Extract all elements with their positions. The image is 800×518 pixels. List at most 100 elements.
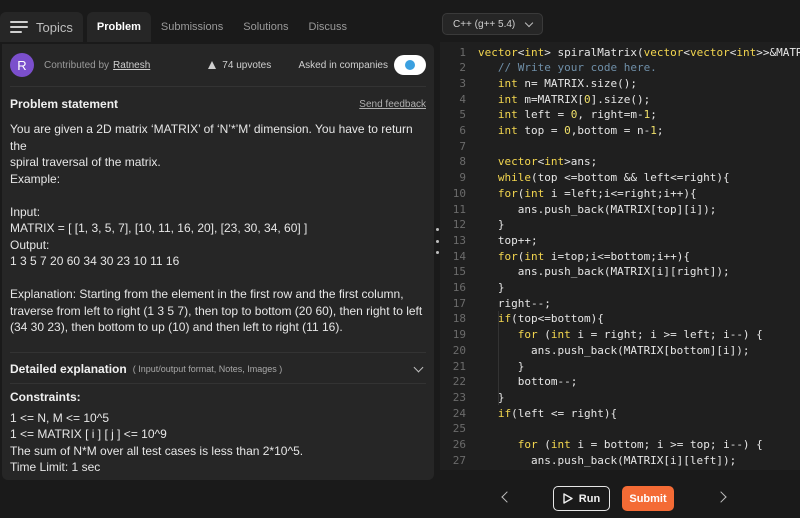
problem-text-line: Input: bbox=[10, 204, 41, 219]
line-number: 16 bbox=[452, 281, 466, 294]
problem-text-line: Explanation: Starting from the element i… bbox=[10, 287, 404, 301]
tab-submissions[interactable]: Submissions bbox=[151, 12, 233, 42]
code-text: if(top<=bottom){ bbox=[497, 312, 604, 326]
avatar[interactable]: R bbox=[10, 53, 34, 77]
previous-problem-icon[interactable] bbox=[501, 491, 513, 503]
send-feedback-link[interactable]: Send feedback bbox=[359, 99, 426, 110]
code-line[interactable]: 2 // Write your code here. bbox=[440, 60, 656, 76]
code-line[interactable]: 5 int left = 0, right=m-1; bbox=[440, 107, 656, 123]
next-problem-icon[interactable] bbox=[715, 491, 727, 503]
code-line[interactable]: 20 ans.push_back(MATRIX[bottom][i]); bbox=[440, 342, 750, 358]
code-text: } bbox=[478, 218, 505, 232]
line-number: 27 bbox=[452, 453, 466, 467]
submit-button[interactable]: Submit bbox=[622, 486, 674, 511]
line-number: 11 bbox=[452, 202, 466, 216]
code-line[interactable]: 3 int n= MATRIX.size(); bbox=[440, 75, 637, 91]
constraint-line: The sum of N*M over all test cases is le… bbox=[10, 443, 304, 458]
play-icon bbox=[563, 493, 573, 504]
problem-content: R Contributed by Ratnesh 74 upvotes Aske… bbox=[2, 44, 434, 480]
code-text: int m=MATRIX[0].size(); bbox=[497, 92, 651, 106]
problem-text-line bbox=[10, 187, 426, 204]
code-line[interactable]: 17 right--; bbox=[440, 295, 551, 311]
chevron-down-icon[interactable] bbox=[413, 362, 424, 372]
code-line[interactable]: 21 } bbox=[440, 358, 525, 374]
code-line[interactable]: 27 ans.push_back(MATRIX[i][left]); bbox=[440, 452, 737, 468]
code-text: } bbox=[478, 390, 505, 404]
code-text: bottom--; bbox=[478, 375, 578, 389]
asked-in-companies[interactable]: Asked in companies bbox=[298, 55, 426, 75]
code-text: int top = 0,bottom = n-1; bbox=[497, 124, 664, 137]
run-button[interactable]: Run bbox=[553, 486, 610, 511]
asked-in-label: Asked in companies bbox=[298, 59, 389, 71]
language-select[interactable]: C++ (g++ 5.4) bbox=[442, 13, 543, 35]
code-editor[interactable]: 1 vector<int> spiralMatrix(vector<vector<… bbox=[440, 42, 800, 470]
line-number: 26 bbox=[452, 438, 466, 451]
tab-solutions[interactable]: Solutions bbox=[233, 12, 298, 42]
tab-problem[interactable]: Problem bbox=[86, 12, 151, 42]
constraints-title: Constraints: bbox=[10, 389, 81, 404]
chevron-down-icon bbox=[524, 18, 534, 27]
line-number: 14 bbox=[452, 249, 466, 263]
code-line[interactable]: 10 for(int i =left;i<=right;i++){ bbox=[440, 185, 697, 201]
code-line[interactable]: 12 } bbox=[440, 217, 505, 233]
code-line[interactable]: 23 } bbox=[440, 389, 505, 405]
divider bbox=[10, 351, 426, 353]
code-line[interactable]: 4 int m=MATRIX[0].size(); bbox=[440, 91, 650, 107]
line-number: 5 bbox=[459, 108, 466, 122]
problem-text-line: 1 3 5 7 20 60 34 30 23 10 11 16 bbox=[10, 254, 180, 268]
detailed-explanation-toggle[interactable]: Detailed explanation ( Input/output form… bbox=[2, 355, 434, 383]
problem-meta: R Contributed by Ratnesh 74 upvotes Aske… bbox=[2, 44, 434, 86]
problem-text-line: spiral traversal of the matrix. bbox=[10, 155, 161, 169]
code-line[interactable]: 18 if(top<=bottom){ bbox=[440, 311, 604, 327]
line-number: 12 bbox=[452, 218, 466, 232]
code-line[interactable]: 9 while(top <=bottom && left<=right){ bbox=[440, 170, 730, 186]
code-line[interactable]: 1 vector<int> spiralMatrix(vector<vector<… bbox=[440, 44, 800, 60]
company-logo-icon[interactable] bbox=[394, 55, 426, 75]
code-line[interactable]: 8 vector<int>ans; bbox=[440, 154, 597, 170]
code-line[interactable]: 14 for(int i=top;i<=bottom;i++){ bbox=[440, 248, 690, 264]
line-number: 13 bbox=[452, 233, 466, 247]
line-number: 3 bbox=[459, 76, 466, 90]
problem-text-line: Example: bbox=[10, 171, 61, 186]
tab-bar: Topics Problem Submissions Solutions Dis… bbox=[0, 10, 434, 44]
code-text: ans.push_back(MATRIX[bottom][i]); bbox=[478, 343, 750, 357]
code-line[interactable]: 15 ans.push_back(MATRIX[i][right]); bbox=[440, 264, 730, 280]
code-text: for (int i = bottom; i >= top; i--) { bbox=[517, 438, 763, 451]
code-line[interactable]: 11 ans.push_back(MATRIX[top][i]); bbox=[440, 201, 717, 217]
code-line[interactable]: 13 top++; bbox=[440, 232, 538, 248]
line-number: 1 bbox=[459, 45, 466, 59]
code-text: ans.push_back(MATRIX[top][i]); bbox=[478, 202, 717, 216]
contributed-by-label: Contributed by bbox=[44, 59, 110, 71]
tab-discuss[interactable]: Discuss bbox=[299, 12, 358, 42]
code-line[interactable]: 6 int top = 0,bottom = n-1; bbox=[440, 123, 663, 139]
tab-topics[interactable]: Topics bbox=[0, 12, 83, 42]
constraints-body: 1 <= N, M <= 10^5 1 <= MATRIX [ i ] [ j ]… bbox=[2, 410, 434, 476]
upvote-button[interactable]: 74 upvotes bbox=[208, 60, 271, 71]
code-line[interactable]: 25 bbox=[440, 421, 478, 437]
problem-text-line: Output: bbox=[10, 237, 50, 252]
line-number: 22 bbox=[452, 375, 466, 389]
code-line[interactable]: 7 bbox=[440, 138, 478, 154]
constraint-line: 1 <= N, M <= 10^5 bbox=[10, 410, 110, 425]
author-link[interactable]: Ratnesh bbox=[113, 60, 150, 71]
line-number: 25 bbox=[452, 422, 466, 436]
code-line[interactable]: 19 for (int i = right; i >= left; i--) { bbox=[440, 327, 763, 343]
upvote-icon bbox=[208, 61, 217, 69]
constraints-header: Constraints: bbox=[2, 384, 434, 410]
code-line[interactable]: 24 if(left <= right){ bbox=[440, 405, 617, 421]
action-bar: Run Submit bbox=[440, 480, 800, 518]
code-text: } bbox=[478, 359, 525, 373]
code-line[interactable]: 22 bottom--; bbox=[440, 374, 578, 390]
constraint-line: Time Limit: 1 sec bbox=[10, 460, 101, 474]
line-number: 4 bbox=[459, 92, 466, 106]
problem-text-line bbox=[10, 270, 426, 287]
code-line[interactable]: 16 } bbox=[440, 280, 505, 296]
problem-statement-title: Problem statement bbox=[10, 97, 119, 111]
line-number: 18 bbox=[452, 312, 466, 326]
code-text: ans.push_back(MATRIX[i][left]); bbox=[478, 453, 737, 467]
code-text: while(top <=bottom && left<=right){ bbox=[497, 171, 730, 185]
code-text: } bbox=[478, 281, 505, 294]
upvote-count: 74 upvotes bbox=[222, 59, 272, 71]
panel-resize-handle[interactable] bbox=[435, 228, 439, 254]
code-line[interactable]: 26 for (int i = bottom; i >= top; i--) { bbox=[440, 437, 763, 453]
